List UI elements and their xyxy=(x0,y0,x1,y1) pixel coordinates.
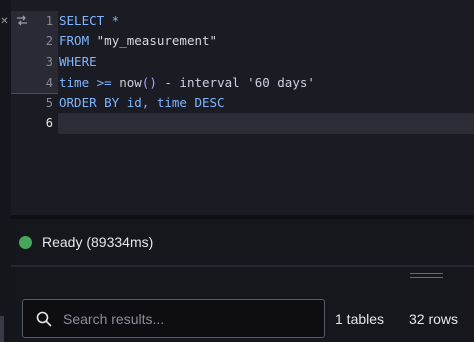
search-icon xyxy=(36,311,52,327)
code-token: () xyxy=(141,75,157,90)
code-token: ORDER BY id, time DESC xyxy=(59,95,225,110)
query-editor-page: ✕ 1 2 3 4 5 6 SELECT * FROM "my_measurement" WH… xyxy=(0,0,474,342)
line-number: 5 xyxy=(45,96,53,110)
line-number: 4 xyxy=(45,76,53,90)
status-bar: Ready (89334ms) xyxy=(11,219,474,265)
close-icon[interactable]: ✕ xyxy=(0,16,9,28)
code-token: SELECT * xyxy=(59,13,120,28)
code-token: FROM xyxy=(59,33,97,48)
code-line[interactable]: WHERE xyxy=(59,52,97,72)
current-line-highlight xyxy=(58,113,474,134)
line-number: 2 xyxy=(45,34,53,48)
status-ready-dot-icon xyxy=(19,236,32,249)
tables-count: 1 tables xyxy=(335,311,385,327)
line-number: 6 xyxy=(45,116,53,130)
search-box[interactable] xyxy=(22,299,325,338)
rows-count: 32 rows xyxy=(409,311,459,327)
code-line[interactable]: FROM "my_measurement" xyxy=(59,31,217,51)
line-wrap-icon[interactable] xyxy=(15,13,29,29)
editor-gutter: 1 2 3 4 5 6 xyxy=(11,0,58,215)
code-line[interactable]: ORDER BY id, time DESC xyxy=(59,93,225,113)
code-token: time >= xyxy=(59,75,120,90)
code-line[interactable]: time >= now() - interval '60 days' xyxy=(59,73,315,93)
code-token: WHERE xyxy=(59,54,97,69)
results-toolbar: 1 tables 32 rows xyxy=(11,287,474,342)
search-input[interactable] xyxy=(63,309,313,329)
line-number: 3 xyxy=(45,55,53,69)
code-token: "my_measurement" xyxy=(96,33,218,48)
line-number: 1 xyxy=(45,14,53,28)
left-panel-strip: ✕ xyxy=(0,0,11,342)
resize-handle-row[interactable] xyxy=(11,267,474,287)
code-line[interactable]: SELECT * xyxy=(59,11,119,31)
status-text: Ready (89334ms) xyxy=(42,234,154,250)
code-editor[interactable]: 1 2 3 4 5 6 SELECT * FROM "my_measurement" WHER… xyxy=(11,0,474,215)
code-token: now xyxy=(119,75,142,90)
code-token: - interval '60 days' xyxy=(156,75,315,90)
left-panel-edge xyxy=(0,316,4,342)
drag-handle-icon[interactable] xyxy=(410,273,443,279)
